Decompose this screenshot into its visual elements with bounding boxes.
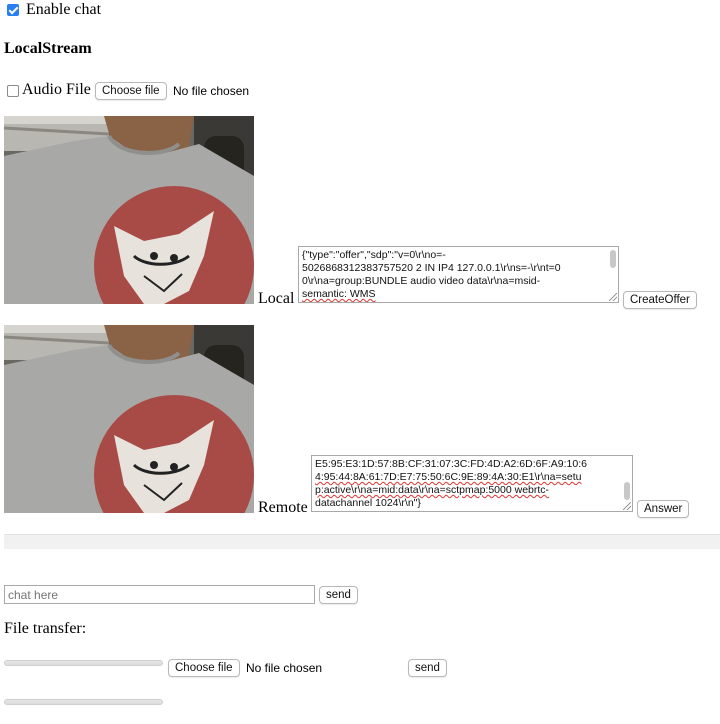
chat-log-area — [4, 534, 720, 549]
local-stream-heading: LocalStream — [4, 40, 92, 57]
audio-file-label: Audio File — [22, 81, 91, 98]
local-label: Local — [258, 290, 295, 307]
remote-resize-grip-icon[interactable] — [623, 502, 631, 510]
enable-chat-checkbox[interactable] — [7, 4, 19, 16]
local-video — [4, 116, 254, 304]
transfer-file-status: No file chosen — [246, 661, 323, 675]
local-sdp-line-3: 0\r\na=group:BUNDLE audio video data\r\n… — [302, 275, 541, 287]
local-sdp-line-1: {"type":"offer","sdp":"v=0\r\no=- — [302, 249, 446, 261]
remote-sdp-line-4: datachannel 1024\r\n"} — [315, 497, 421, 509]
transfer-send-button[interactable]: send — [408, 659, 447, 677]
send-progress-bar — [4, 660, 163, 666]
local-textarea-scrollbar[interactable] — [610, 250, 616, 268]
file-transfer-heading: File transfer: — [4, 620, 87, 637]
transfer-choose-file-button[interactable]: Choose file — [168, 659, 240, 677]
remote-sdp-line-2: 4:95:44:8A:61:7D:E7:75:50:6C:9E:89:4A:30… — [315, 471, 582, 483]
remote-sdp-line-1: E5:95:E3:1D:57:8B:CF:31:07:3C:FD:4D:A2:6… — [315, 458, 587, 470]
local-sdp-textarea[interactable]: {"type":"offer","sdp":"v=0\r\no=- 502686… — [298, 246, 619, 303]
chat-send-button[interactable]: send — [319, 586, 358, 604]
remote-textarea-scrollbar[interactable] — [624, 482, 630, 500]
local-resize-grip-icon[interactable] — [609, 293, 617, 301]
answer-button[interactable]: Answer — [637, 500, 690, 518]
remote-sdp-line-3: p:active\r\na=mid:data\r\na=sctpmap:5000… — [315, 484, 550, 496]
receive-progress-bar — [4, 699, 163, 705]
chat-input[interactable] — [4, 585, 315, 604]
audio-choose-file-button[interactable]: Choose file — [95, 82, 167, 100]
local-sdp-line-4: semantic: WMS — [302, 288, 376, 300]
audio-file-status: No file chosen — [173, 84, 250, 98]
remote-sdp-textarea[interactable]: E5:95:E3:1D:57:8B:CF:31:07:3C:FD:4D:A2:6… — [311, 455, 633, 512]
audio-file-checkbox[interactable] — [7, 85, 19, 97]
local-sdp-line-2: 5026868312383757520 2 IN IP4 127.0.0.1\r… — [302, 262, 561, 274]
remote-video — [4, 325, 254, 513]
remote-label: Remote — [258, 499, 308, 516]
enable-chat-label: Enable chat — [26, 1, 102, 18]
create-offer-button[interactable]: CreateOffer — [623, 291, 697, 309]
